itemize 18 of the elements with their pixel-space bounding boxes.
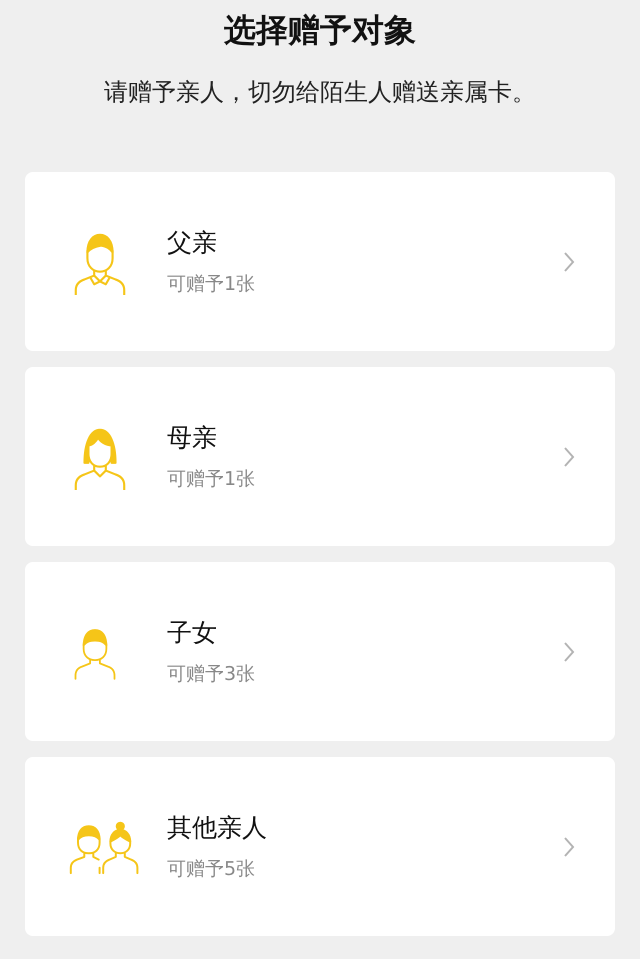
quota-text: 可赠予1张 [167, 272, 256, 296]
chevron-icon [563, 446, 575, 468]
quota-text: 可赠予3张 [167, 662, 256, 686]
warning-text: 请赠予亲人，切勿给陌生人赠送亲属卡。 [103, 77, 537, 108]
recipient-name: 父亲 [167, 228, 218, 258]
recipient-card[interactable]: 父亲 可赠予1张 [25, 172, 615, 351]
recipient-card[interactable]: 其他亲人 可赠予5张 [25, 757, 615, 936]
chevron-icon [563, 250, 575, 272]
quota-text: 可赠予1张 [167, 466, 256, 490]
recipient-name: 子女 [167, 618, 218, 648]
chevron-icon [563, 640, 575, 662]
recipient-name: 其他亲人 [167, 812, 268, 842]
recipient-card[interactable]: 母亲 可赠予1张 [25, 367, 615, 546]
recipient-name: 母亲 [167, 422, 218, 452]
quota-text: 可赠予5张 [167, 856, 256, 880]
recipient-card[interactable]: 子女 可赠予3张 [25, 562, 615, 741]
page-title: 选择赠予对象 [223, 10, 417, 50]
chevron-icon [563, 836, 575, 858]
